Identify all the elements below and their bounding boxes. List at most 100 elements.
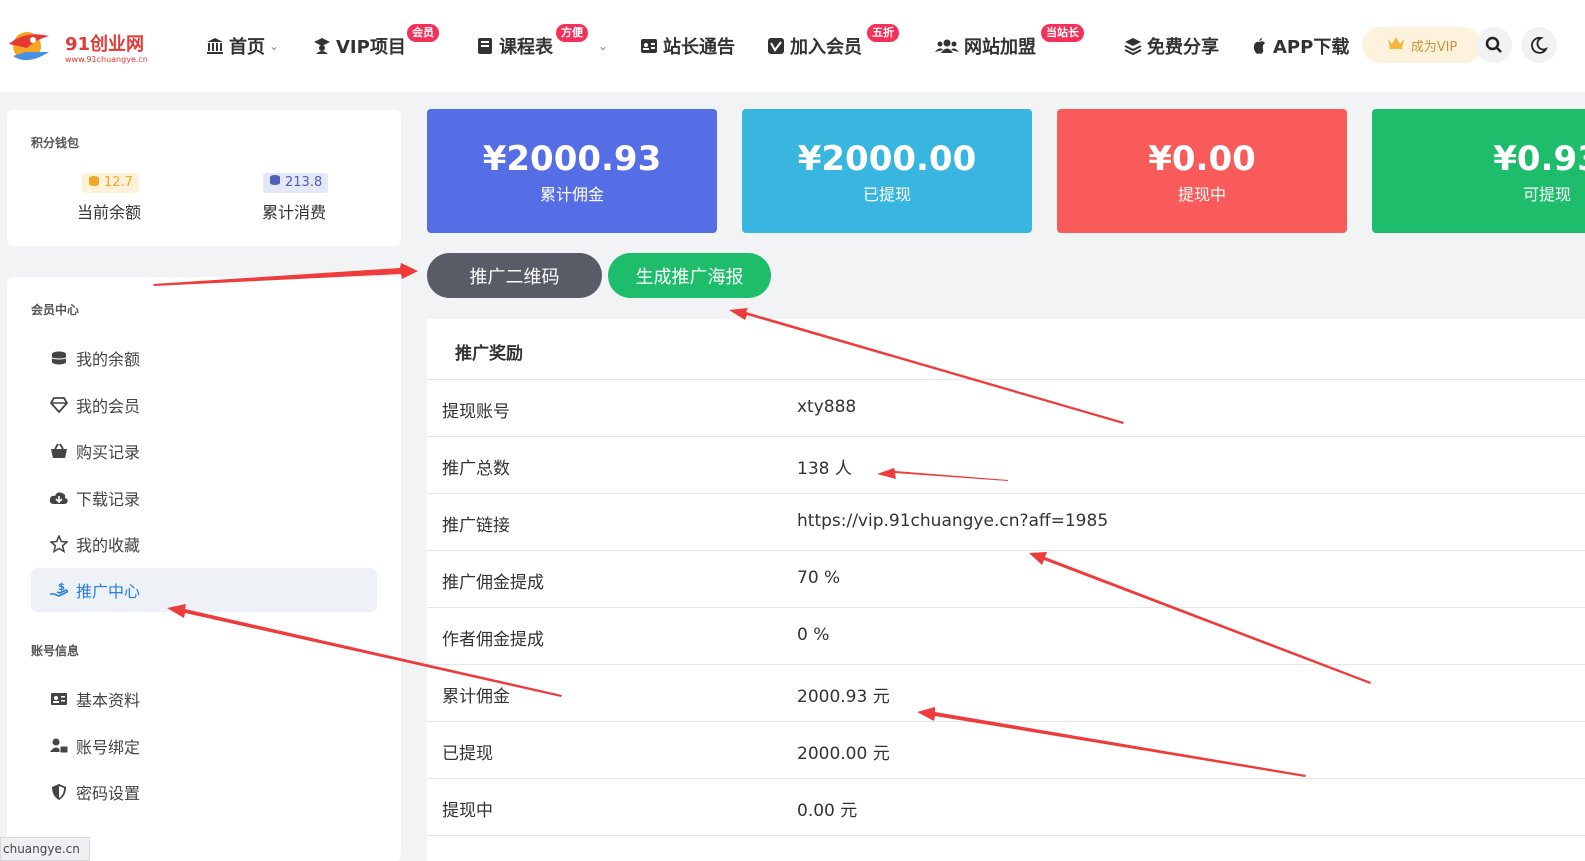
row-value: 2000.93 元	[797, 687, 890, 707]
dark-mode-toggle[interactable]	[1521, 27, 1557, 63]
diamond-icon	[49, 395, 69, 415]
nav-badge-convenient: 方便	[556, 24, 588, 42]
row-value: 0.00 元	[797, 801, 858, 821]
nav-vip-projects[interactable]: VIP项目	[313, 33, 406, 59]
nav-franchise[interactable]: 网站加盟	[935, 33, 1036, 59]
table-row: 推广总数 138 人	[427, 436, 1585, 493]
row-key: 已提现	[442, 744, 493, 764]
table-row: 提现中 0.00 元	[427, 778, 1585, 835]
balance-label: 当前余额	[77, 203, 142, 222]
sidebar-menu: 会员中心 我的余额 我的会员 购买记录 下载记录 我的收藏 $ 推广中心 账号信…	[7, 277, 401, 861]
sidebar-item-balance[interactable]: 我的余额	[31, 336, 377, 380]
sidebar-item-favorites[interactable]: 我的收藏	[31, 522, 377, 566]
link-user-icon	[49, 736, 69, 756]
nav-announcements-label: 站长通告	[663, 37, 735, 58]
spent-pill: 213.8	[263, 173, 329, 193]
shield-icon	[49, 782, 69, 802]
nav-join-member[interactable]: 加入会员	[767, 33, 862, 59]
sidebar-item-account-binding[interactable]: 账号绑定	[31, 724, 377, 768]
wallet-title: 积分钱包	[31, 136, 80, 150]
row-key: 提现账号	[442, 402, 510, 422]
stat-label: 已提现	[862, 185, 911, 204]
sidebar-item-label: 下载记录	[76, 490, 141, 509]
sidebar-item-label: 账号绑定	[76, 738, 141, 757]
nav-share-label: 免费分享	[1147, 37, 1219, 58]
profile-card-icon	[49, 689, 69, 709]
site-logo[interactable]: 91创业网 www.91chuangye.cn	[5, 22, 160, 74]
row-value: 70 %	[797, 568, 841, 588]
stat-label: 累计佣金	[539, 185, 604, 204]
star-icon	[49, 534, 69, 554]
chevron-down-icon: ⌄	[269, 39, 280, 53]
layers-icon	[1124, 37, 1142, 55]
nav-home-label: 首页	[229, 37, 265, 58]
nav-badge-discount: 五折	[867, 24, 899, 42]
stat-amount: ¥0.00	[1148, 139, 1256, 179]
balance-value: 12.7	[104, 175, 133, 190]
hand-dollar-icon: $	[49, 580, 69, 600]
promo-qrcode-button[interactable]: 推广二维码	[427, 253, 602, 298]
promo-link[interactable]: https://vip.91chuangye.cn?aff=1985	[797, 511, 1108, 531]
account-info-title: 账号信息	[31, 644, 80, 658]
sidebar-item-promotion-center[interactable]: $ 推广中心	[31, 568, 377, 612]
bank-icon	[206, 37, 224, 55]
id-card-icon	[640, 37, 658, 55]
status-bar-url: chuangye.cn	[0, 837, 90, 861]
coins-icon	[49, 348, 69, 368]
nav-vip-label: VIP项目	[336, 37, 406, 58]
table-row: 已提现 2000.00 元	[427, 721, 1585, 778]
chevron-down-icon[interactable]: ⌄	[598, 33, 608, 59]
nav-badge-webmaster: 当站长	[1041, 24, 1084, 42]
crown-icon	[1387, 35, 1405, 55]
sidebar-item-label: 基本资料	[76, 691, 141, 710]
sidebar-item-label: 我的会员	[76, 397, 141, 416]
sidebar-item-label: 我的收藏	[76, 536, 141, 555]
row-value: 138 人	[797, 459, 852, 479]
table-row: 作者佣金提成 0 %	[427, 607, 1585, 664]
sidebar-item-downloads[interactable]: 下载记录	[31, 476, 377, 520]
users-icon	[935, 37, 959, 55]
sidebar-item-profile[interactable]: 基本资料	[31, 677, 377, 721]
nav-app-download[interactable]: APP下载	[1250, 33, 1349, 59]
become-vip-label: 成为VIP	[1410, 39, 1458, 55]
moon-icon	[1531, 36, 1548, 54]
promotion-rewards-card: 推广奖励 提现账号 xty888 推广总数 138 人 推广链接 https:/…	[427, 319, 1585, 861]
spent-value: 213.8	[285, 175, 323, 190]
row-key: 作者佣金提成	[442, 630, 544, 650]
nav-announcements[interactable]: 站长通告	[640, 33, 735, 59]
table-row: 累计佣金 2000.93 元	[427, 664, 1585, 721]
become-vip-button[interactable]: 成为VIP	[1362, 27, 1482, 63]
stat-card-total-commission: ¥2000.93 累计佣金	[427, 109, 717, 233]
nav-course-schedule[interactable]: 课程表	[476, 33, 553, 59]
sidebar-item-label: 我的余额	[76, 350, 141, 369]
stat-label: 提现中	[1177, 185, 1226, 204]
stat-card-withdrawing: ¥0.00 提现中	[1057, 109, 1347, 233]
stat-card-withdrawn: ¥2000.00 已提现	[742, 109, 1032, 233]
member-center-title: 会员中心	[31, 303, 80, 317]
nav-franchise-label: 网站加盟	[964, 37, 1036, 58]
sidebar-item-label: 密码设置	[76, 784, 141, 803]
sidebar-item-password[interactable]: 密码设置	[31, 770, 377, 814]
nav-free-share[interactable]: 免费分享	[1124, 33, 1219, 59]
sidebar-item-membership[interactable]: 我的会员	[31, 383, 377, 427]
table-row: 提现账号 xty888	[427, 379, 1585, 436]
coin-icon	[269, 173, 281, 193]
sidebar-item-purchases[interactable]: 购买记录	[31, 429, 377, 473]
row-key: 推广链接	[442, 516, 510, 536]
generate-poster-button[interactable]: 生成推广海报	[608, 253, 771, 298]
table-divider	[427, 835, 1585, 861]
graduate-icon	[313, 37, 331, 55]
search-button[interactable]	[1476, 27, 1512, 63]
stat-amount: ¥2000.00	[797, 139, 977, 179]
nav-home[interactable]: 首页 ⌄	[206, 33, 279, 59]
brand-url: www.91chuangye.cn	[65, 55, 148, 64]
stat-card-withdrawable: ¥0.93 可提现	[1372, 109, 1585, 233]
table-row: 推广佣金提成 70 %	[427, 550, 1585, 607]
book-icon	[476, 37, 494, 55]
spent-label: 累计消费	[262, 203, 327, 222]
logo-mark-icon	[9, 32, 49, 61]
row-key: 提现中	[442, 801, 493, 821]
sidebar-item-label: 推广中心	[76, 582, 141, 601]
balance-pill: 12.7	[82, 173, 139, 193]
row-value: 2000.00 元	[797, 744, 890, 764]
